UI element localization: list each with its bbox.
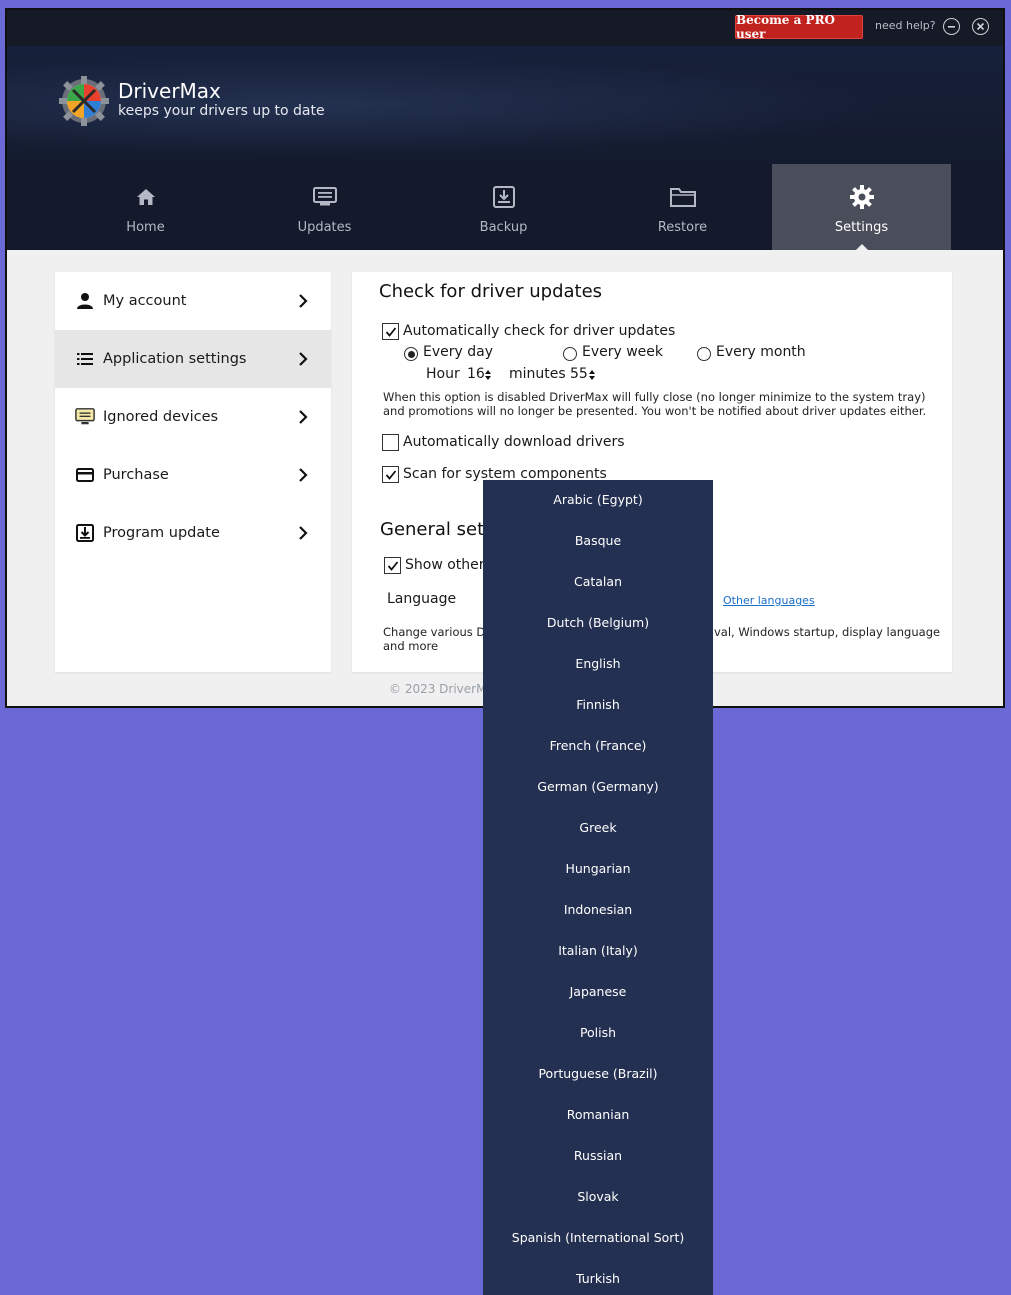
main-nav: Home Updates Backup Restore Settings — [7, 164, 1003, 250]
chevron-right-icon — [299, 352, 308, 366]
language-dropdown-list: Arabic (Egypt) Basque Catalan Dutch (Bel… — [483, 480, 713, 1295]
every-day-radio[interactable] — [404, 347, 418, 361]
auto-check-label: Automatically check for driver updates — [403, 323, 676, 339]
sidebar-item-ignored-devices[interactable]: Ignored devices — [55, 388, 331, 446]
general-settings-title: General sett — [380, 519, 492, 540]
language-option-greek[interactable]: Greek — [483, 818, 713, 838]
tab-restore[interactable]: Restore — [593, 164, 772, 250]
home-icon — [136, 186, 156, 208]
brand-name: DriverMax — [118, 79, 221, 103]
drivermax-logo-icon — [59, 76, 109, 126]
every-day-label: Every day — [423, 344, 493, 360]
check-updates-title: Check for driver updates — [379, 281, 603, 302]
sidebar-item-label: My account — [103, 293, 187, 309]
brand-tagline: keeps your drivers up to date — [118, 103, 325, 119]
show-other-checkbox[interactable] — [384, 557, 401, 574]
sidebar-item-program-update[interactable]: Program update — [55, 504, 331, 562]
general-desc-right: val, Windows startup, display language — [714, 625, 941, 639]
scan-components-checkbox[interactable] — [382, 466, 399, 483]
language-option-russian[interactable]: Russian — [483, 1146, 713, 1166]
chevron-right-icon — [299, 410, 308, 424]
sidebar-item-label: Program update — [103, 525, 220, 541]
app-header: DriverMax keeps your drivers up to date — [7, 46, 1003, 164]
monitor-icon — [75, 407, 95, 427]
minutes-spinner-icon[interactable] — [588, 369, 596, 381]
language-option-finnish[interactable]: Finnish — [483, 695, 713, 715]
sidebar-item-label: Ignored devices — [103, 409, 219, 425]
chevron-right-icon — [299, 294, 308, 308]
copyright-footer: © 2023 DriverMa — [389, 682, 494, 696]
download-icon — [75, 523, 95, 543]
hour-label: Hour — [426, 366, 460, 382]
language-label: Language — [387, 591, 457, 607]
language-option-italian-italy[interactable]: Italian (Italy) — [483, 941, 713, 961]
language-option-arabic-egypt[interactable]: Arabic (Egypt) — [483, 490, 713, 510]
general-desc-left-2: and more — [383, 639, 439, 653]
sidebar-item-my-account[interactable]: My account — [55, 272, 331, 330]
auto-download-label: Automatically download drivers — [403, 434, 625, 450]
gear-icon — [849, 185, 874, 209]
settings-sidebar: My account Application settings Ignored … — [55, 272, 331, 672]
sidebar-item-label: Purchase — [103, 467, 169, 483]
language-option-basque[interactable]: Basque — [483, 531, 713, 551]
minutes-value[interactable]: 55 — [570, 366, 588, 382]
hour-value[interactable]: 16 — [467, 366, 485, 382]
hour-spinner-icon[interactable] — [484, 369, 492, 381]
general-desc-left: Change various Dri — [383, 625, 494, 639]
language-option-english[interactable]: English — [483, 654, 713, 674]
monitor-list-icon — [312, 186, 337, 208]
auto-check-checkbox[interactable] — [382, 323, 399, 340]
language-option-japanese[interactable]: Japanese — [483, 982, 713, 1002]
auto-download-checkbox[interactable] — [382, 434, 399, 451]
tab-home[interactable]: Home — [56, 164, 235, 250]
language-option-spanish-international[interactable]: Spanish (International Sort) — [483, 1228, 713, 1248]
minutes-label: minutes — [509, 366, 566, 382]
language-option-slovak[interactable]: Slovak — [483, 1187, 713, 1207]
other-languages-link[interactable]: Other languages — [723, 594, 815, 607]
language-option-catalan[interactable]: Catalan — [483, 572, 713, 592]
language-option-german-germany[interactable]: German (Germany) — [483, 777, 713, 797]
sidebar-item-label: Application settings — [103, 351, 247, 367]
language-option-romanian[interactable]: Romanian — [483, 1105, 713, 1125]
language-option-hungarian[interactable]: Hungarian — [483, 859, 713, 879]
backup-icon — [492, 186, 515, 208]
disable-note: When this option is disabled DriverMax w… — [383, 390, 927, 418]
chevron-right-icon — [299, 468, 308, 482]
tab-backup[interactable]: Backup — [414, 164, 593, 250]
tab-settings[interactable]: Settings — [772, 164, 951, 250]
language-option-polish[interactable]: Polish — [483, 1023, 713, 1043]
every-month-label: Every month — [716, 344, 806, 360]
language-option-dutch-belgium[interactable]: Dutch (Belgium) — [483, 613, 713, 633]
chevron-right-icon — [299, 526, 308, 540]
card-icon — [75, 465, 95, 485]
folder-icon — [669, 186, 696, 208]
person-icon — [75, 291, 95, 311]
language-option-turkish[interactable]: Turkish — [483, 1269, 713, 1289]
language-option-indonesian[interactable]: Indonesian — [483, 900, 713, 920]
sidebar-item-application-settings[interactable]: Application settings — [55, 330, 331, 388]
become-pro-button[interactable]: Become a PRO user — [735, 13, 863, 41]
title-bar: Become a PRO user need help? — [7, 10, 1003, 46]
sidebar-item-purchase[interactable]: Purchase — [55, 446, 331, 504]
show-other-label: Show other — [405, 557, 485, 573]
list-icon — [75, 349, 95, 369]
need-help-link[interactable]: need help? — [875, 19, 936, 32]
every-month-radio[interactable] — [697, 347, 711, 361]
every-week-label: Every week — [582, 344, 664, 360]
minimize-icon[interactable] — [943, 18, 960, 35]
close-icon[interactable] — [972, 18, 989, 35]
tab-updates[interactable]: Updates — [235, 164, 414, 250]
every-week-radio[interactable] — [563, 347, 577, 361]
language-option-french-france[interactable]: French (France) — [483, 736, 713, 756]
language-option-portuguese-brazil[interactable]: Portuguese (Brazil) — [483, 1064, 713, 1084]
